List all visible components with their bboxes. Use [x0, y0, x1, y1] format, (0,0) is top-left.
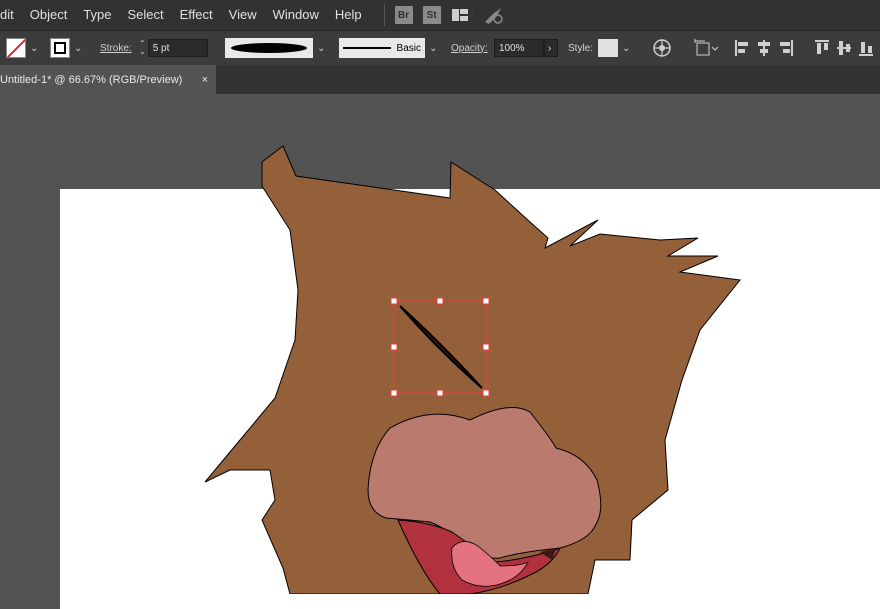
resize-handle[interactable] — [390, 343, 398, 351]
resize-handle[interactable] — [482, 297, 490, 305]
resize-handle[interactable] — [390, 389, 398, 397]
resize-handle[interactable] — [482, 343, 490, 351]
artwork-canvas[interactable] — [0, 0, 880, 594]
resize-handle[interactable] — [436, 297, 444, 305]
resize-handle[interactable] — [436, 389, 444, 397]
resize-handle[interactable] — [390, 297, 398, 305]
resize-handle[interactable] — [482, 389, 490, 397]
